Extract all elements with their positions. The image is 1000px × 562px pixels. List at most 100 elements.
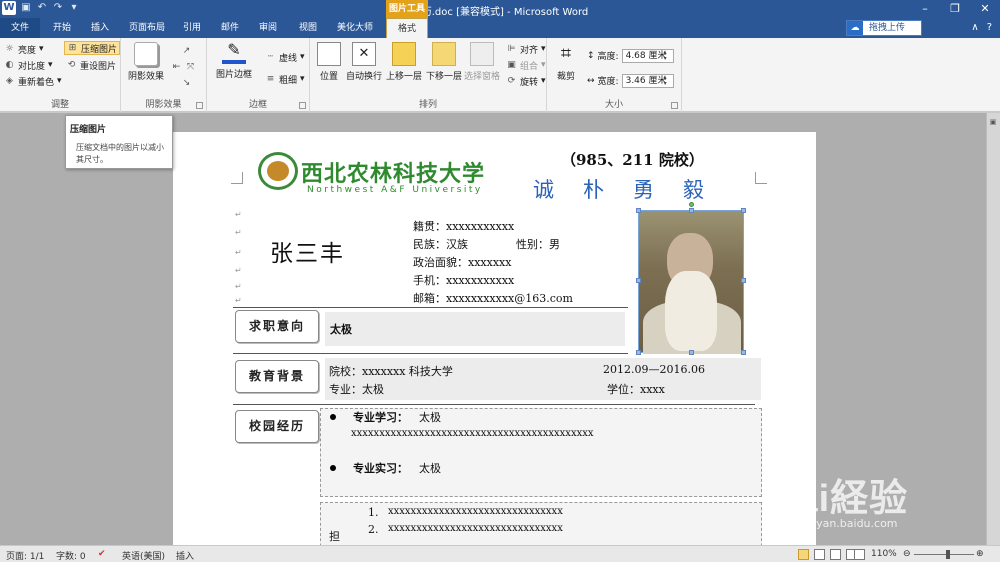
- wrap-text-button[interactable]: ✕ 自动换行: [344, 42, 384, 82]
- shadow-effects-icon: [134, 42, 158, 66]
- draft-view-icon[interactable]: [854, 549, 865, 560]
- divider-line: [233, 353, 628, 354]
- position-button[interactable]: 位置: [314, 42, 344, 82]
- list-item-1: xxxxxxxxxxxxxxxxxxxxxxxxxxxxxxx: [388, 506, 563, 517]
- drag-upload-button[interactable]: ☁ 拖拽上传: [846, 20, 922, 36]
- minimize-ribbon-icon[interactable]: ∧: [971, 22, 978, 33]
- shadow-toggle-button[interactable]: ⤧: [185, 60, 196, 74]
- shadow-dialog-launcher-icon[interactable]: [196, 102, 203, 109]
- resize-handle[interactable]: [741, 208, 746, 213]
- resize-handle[interactable]: [636, 278, 641, 283]
- major: 专业：太极: [329, 383, 384, 396]
- list-number-1: 1.: [368, 506, 379, 519]
- tab-view[interactable]: 视图: [290, 18, 326, 38]
- proofing-icon[interactable]: ✔: [98, 549, 106, 559]
- group-button[interactable]: ▣ 组合 ▾: [506, 58, 546, 72]
- group-icon: ▣: [507, 59, 516, 70]
- picture-border-button[interactable]: ✎ 图片边框: [211, 40, 257, 80]
- width-input[interactable]: 3.46 厘米: [621, 73, 674, 88]
- group-size: ⌗ 裁剪 ↕ 高度: 4.68 厘米 ↔ 宽度: 3.46 厘米 大小: [547, 38, 682, 112]
- brightness-button[interactable]: ☼ 亮度 ▾: [4, 42, 43, 56]
- brightness-label: 亮度: [18, 45, 37, 56]
- help-icon[interactable]: ?: [987, 22, 992, 33]
- height-label: 高度:: [597, 52, 619, 62]
- paragraph-mark: ↵: [235, 210, 242, 219]
- minimize-icon[interactable]: –: [910, 0, 940, 18]
- selection-pane-icon: [470, 42, 494, 66]
- bring-forward-button[interactable]: 上移一层: [384, 42, 424, 82]
- nudge-down-button[interactable]: ↘: [181, 76, 192, 90]
- title-bar: W ▣ ↶ ↷ ▾ 简历.doc [兼容模式] - Microsoft Word…: [0, 0, 1000, 18]
- list-number-2: 2.: [368, 523, 379, 536]
- study-period: 2012.09—2016.06: [603, 363, 705, 376]
- language[interactable]: 英语(美国): [122, 549, 165, 562]
- zoom-in-icon[interactable]: ⊕: [976, 549, 984, 559]
- resize-handle[interactable]: [636, 208, 641, 213]
- contrast-label: 对比度: [18, 61, 46, 72]
- tab-review[interactable]: 审阅: [250, 18, 286, 38]
- resize-handle[interactable]: [741, 278, 746, 283]
- document-page[interactable]: 西北农林科技大学 Northwest A&F University （985、2…: [173, 132, 816, 545]
- tab-references[interactable]: 引用: [174, 18, 210, 38]
- full-screen-view-icon[interactable]: [814, 549, 825, 560]
- rotate-handle[interactable]: [689, 202, 694, 207]
- zoom-slider[interactable]: [914, 554, 974, 555]
- tab-format[interactable]: 格式: [386, 18, 428, 38]
- nudge-left-button[interactable]: ⇤: [171, 60, 182, 74]
- section-label-objective: 求职意向: [235, 310, 319, 343]
- nudge-up-button[interactable]: ↗: [181, 44, 192, 58]
- send-backward-button[interactable]: 下移一层: [424, 42, 464, 82]
- zoom-level[interactable]: 110%: [871, 549, 897, 559]
- tooltip-body: 压缩文档中的图片以减小其尺寸。: [76, 143, 164, 164]
- word-count[interactable]: 字数: 0: [56, 549, 86, 562]
- restore-icon[interactable]: ❐: [940, 0, 970, 18]
- contrast-icon: ◐: [5, 59, 14, 70]
- tab-file[interactable]: 文件: [0, 18, 40, 38]
- zoom-out-icon[interactable]: ⊖: [903, 549, 911, 559]
- send-backward-label: 下移一层: [425, 72, 462, 82]
- tab-home[interactable]: 开始: [44, 18, 80, 38]
- height-input[interactable]: 4.68 厘米: [621, 48, 674, 63]
- resize-handle[interactable]: [689, 350, 694, 355]
- size-dialog-launcher-icon[interactable]: [671, 102, 678, 109]
- close-icon[interactable]: ✕: [970, 0, 1000, 18]
- recolor-button[interactable]: ◈ 重新着色 ▾: [4, 74, 62, 88]
- compress-pictures-button[interactable]: ⊞ 压缩图片: [64, 41, 121, 55]
- political-status: 政治面貌：xxxxxxx: [413, 256, 512, 269]
- resize-handle[interactable]: [741, 350, 746, 355]
- ruler-toggle-icon[interactable]: ▣: [988, 118, 998, 128]
- wrap-text-label: 自动换行: [345, 72, 382, 82]
- resize-handle[interactable]: [636, 350, 641, 355]
- insert-mode[interactable]: 插入: [176, 549, 194, 562]
- baidu-watermark: Bai経验 jingyan.baidu.com: [768, 455, 998, 541]
- crop-label: 裁剪: [556, 72, 575, 82]
- section-label-campus: 校园经历: [235, 410, 319, 443]
- weight-button[interactable]: ≡ 粗细 ▾: [265, 72, 305, 86]
- tab-insert[interactable]: 插入: [82, 18, 118, 38]
- paragraph-mark: ↵: [235, 296, 242, 305]
- crop-button[interactable]: ⌗ 裁剪: [551, 42, 581, 82]
- objective-value: 太极: [330, 323, 352, 336]
- tab-mailings[interactable]: 邮件: [212, 18, 248, 38]
- page-count[interactable]: 页面: 1/1: [6, 549, 44, 562]
- rotate-button[interactable]: ⟳ 旋转 ▾: [506, 74, 546, 88]
- border-dialog-launcher-icon[interactable]: [299, 102, 306, 109]
- reset-picture-button[interactable]: ⟲ 重设图片: [66, 58, 116, 72]
- list-side-text: 担: [329, 530, 340, 543]
- tab-beautify[interactable]: 美化大师: [330, 18, 380, 38]
- tab-page-layout[interactable]: 页面布局: [122, 18, 172, 38]
- contrast-button[interactable]: ◐ 对比度 ▾: [4, 58, 53, 72]
- selection-pane-button[interactable]: 选择窗格: [462, 42, 502, 82]
- dropdown-icon: ▾: [541, 60, 546, 70]
- shadow-effects-button[interactable]: 阴影效果: [125, 42, 167, 82]
- align-button[interactable]: ⊫ 对齐 ▾: [506, 42, 546, 56]
- web-layout-view-icon[interactable]: [830, 549, 841, 560]
- print-layout-view-icon[interactable]: [798, 549, 809, 560]
- paragraph-mark: ↵: [235, 282, 242, 291]
- zoom-slider-knob[interactable]: [946, 550, 950, 559]
- profile-photo[interactable]: [638, 210, 744, 354]
- selection-pane-label: 选择窗格: [463, 72, 500, 82]
- resize-handle[interactable]: [689, 208, 694, 213]
- rotate-label: 旋转: [520, 77, 539, 88]
- dash-button[interactable]: ┄ 虚线 ▾: [265, 50, 305, 64]
